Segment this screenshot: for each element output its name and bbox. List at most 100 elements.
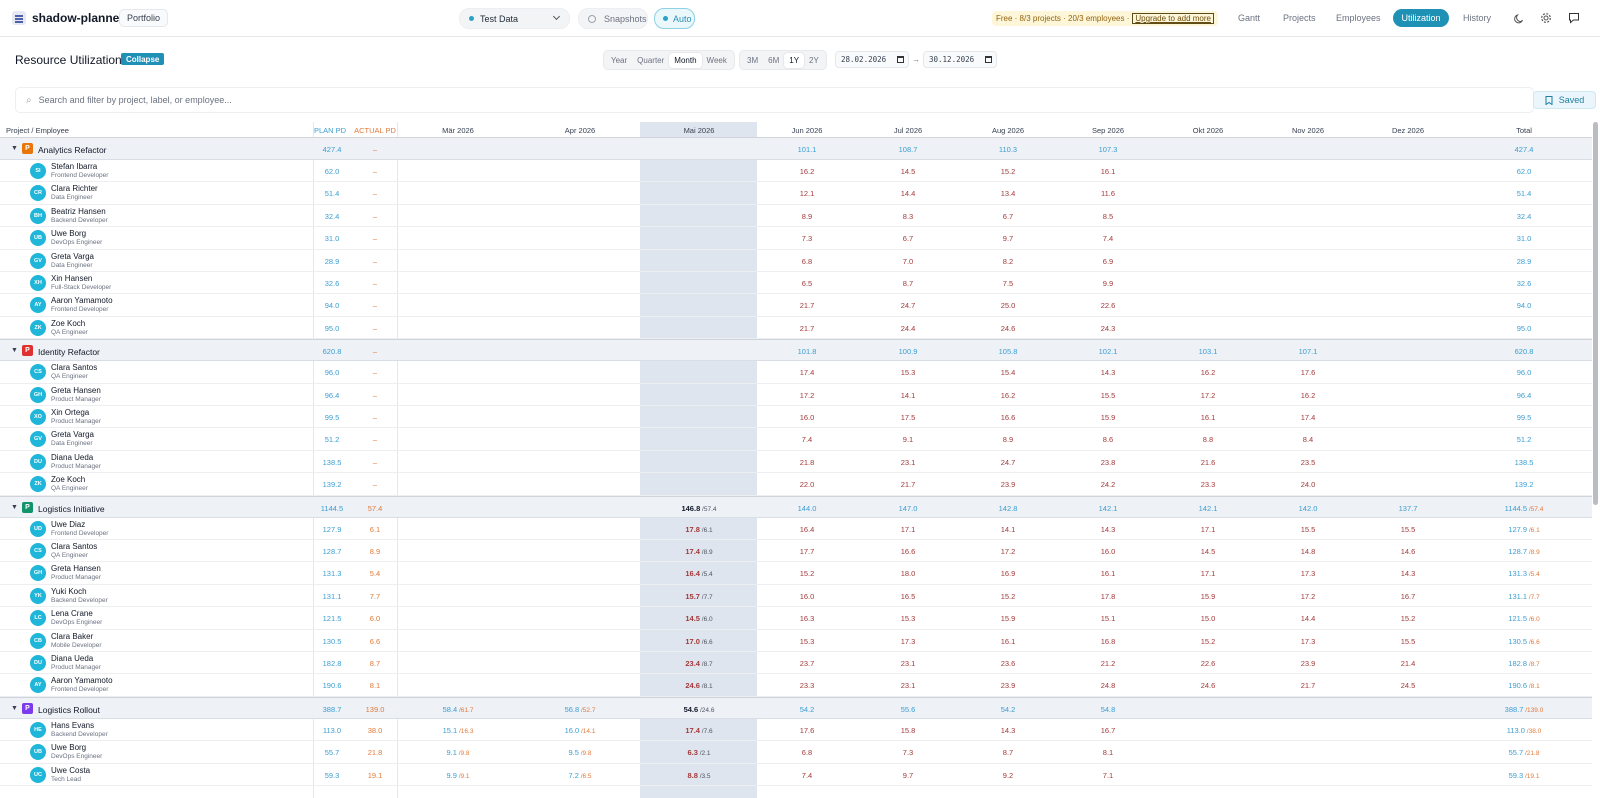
employee-row[interactable]: UB Uwe Borg DevOps Engineer 31.0 – 7.3 6.7 9.7 7… — [0, 227, 1592, 250]
month-cell: 54.2 — [799, 704, 815, 714]
vertical-scrollbar[interactable] — [1593, 122, 1598, 505]
month-cell: 16.2 — [799, 167, 815, 176]
top-bar: shadow-planner Portfolio Test Data Snaps… — [0, 0, 1600, 37]
employee-row[interactable]: AY Aaron Yamamoto Frontend Developer 190.6 8… — [0, 674, 1592, 697]
nav-gantt[interactable]: Gantt — [1238, 13, 1260, 23]
employee-row[interactable]: LC Lena Crane DevOps Engineer 121.5 6.0 14.5 … — [0, 607, 1592, 630]
auto-label: Auto — [673, 13, 692, 24]
month-cell: 142.1 — [1098, 503, 1118, 513]
employee-role: Backend Developer — [51, 596, 108, 604]
range-3m[interactable]: 3M — [742, 53, 763, 68]
caret-down-icon[interactable]: ▼ — [11, 504, 18, 511]
portfolio-button[interactable]: Portfolio — [119, 9, 169, 27]
table-header: Project / Employee PLAN PD ACTUAL PD Mär 20… — [0, 122, 1592, 138]
employee-name: Hans Evans — [51, 720, 95, 730]
employee-row[interactable]: DU Diana Ueda Product Manager 182.8 8.7 23.4 … — [0, 652, 1592, 675]
actual-pd: – — [372, 480, 378, 490]
upgrade-link[interactable]: Upgrade to add more — [1132, 13, 1214, 24]
avatar: SI — [30, 163, 46, 179]
employee-row[interactable]: GV Greta Varga Data Engineer 51.2 – 7.4 9.1 8.9… — [0, 428, 1592, 451]
employee-row[interactable]: UD Uwe Diaz Frontend Developer 127.9 6.1 17.8… — [0, 518, 1592, 540]
employee-row[interactable]: CS Clara Santos QA Engineer 128.7 8.9 17.4 /8… — [0, 540, 1592, 563]
month-cell: 17.2 — [1300, 591, 1316, 601]
month-cell: 24.0 — [1300, 480, 1316, 490]
employee-row[interactable]: BH Beatriz Hansen Backend Developer 32.4 – 8.… — [0, 205, 1592, 228]
month-cell: 6.5 — [801, 279, 813, 288]
employee-row[interactable]: HE Hans Evans Backend Developer 113.0 38.0 15… — [0, 719, 1592, 742]
employee-role: Backend Developer — [51, 216, 108, 224]
date-to-input[interactable]: 30.12.2026 — [923, 51, 997, 68]
avatar: BH — [30, 207, 46, 224]
employee-row[interactable]: GV Greta Varga Data Engineer 28.9 – 6.8 7.0 8.2… — [0, 250, 1592, 272]
search-placeholder: Search and filter by project, label, or … — [38, 95, 232, 105]
employee-row[interactable]: YK Yuki Koch Backend Developer 131.1 7.7 15.7… — [0, 585, 1592, 608]
month-cell: 54.8 — [1100, 704, 1116, 714]
caret-down-icon[interactable]: ▼ — [11, 705, 18, 712]
employee-role: QA Engineer — [51, 485, 88, 493]
month-cell: 23.9 — [1300, 659, 1316, 668]
month-cell: 23.9 — [1000, 480, 1016, 490]
snapshots-button[interactable]: Snapshots — [578, 8, 648, 29]
month-cell: 16.1 — [1000, 636, 1016, 646]
month-actual-value: /52.7 — [579, 706, 596, 714]
nav-projects[interactable]: Projects — [1283, 13, 1316, 23]
employee-role: Full-Stack Developer — [51, 284, 112, 291]
range-2y[interactable]: 2Y — [804, 53, 824, 68]
chat-icon[interactable] — [1568, 12, 1580, 24]
project-row[interactable]: ▼ P Analytics Refactor 427.4 – 101.1 108.7 110.… — [0, 138, 1592, 160]
nav-utilization[interactable]: Utilization — [1393, 9, 1449, 27]
employee-row[interactable]: UB Uwe Borg DevOps Engineer 55.7 21.8 9.1 /9.… — [0, 741, 1592, 764]
range-1y[interactable]: 1Y — [784, 52, 805, 68]
search-input[interactable]: ⌕ Search and filter by project, label, o… — [15, 87, 1534, 113]
month-cell: 16.6 — [1000, 413, 1016, 422]
project-row[interactable]: ▼ P Logistics Rollout 388.7 139.0 58.4 /61.7 5… — [0, 696, 1592, 719]
granularity-year[interactable]: Year — [606, 53, 632, 68]
employee-role: Frontend Developer — [51, 172, 109, 179]
month-cell: 15.2 — [1000, 167, 1016, 176]
clock-icon — [588, 14, 596, 23]
employee-row[interactable]: GH Greta Hansen Product Manager 131.3 5.4 16.… — [0, 562, 1592, 585]
granularity-month[interactable]: Month — [669, 52, 702, 68]
granularity-quarter[interactable]: Quarter — [632, 53, 669, 68]
project-row[interactable]: ▼ P Identity Refactor 620.8 – 101.8 100.9 105.8… — [0, 339, 1592, 362]
month-cell: 101.8 — [797, 347, 817, 357]
actual-pd: 57.4 — [367, 503, 383, 513]
employee-row[interactable]: AY Aaron Yamamoto Frontend Developer 94.0 – 2… — [0, 294, 1592, 317]
moon-icon[interactable] — [1513, 12, 1525, 24]
caret-down-icon[interactable]: ▼ — [11, 347, 18, 354]
gear-icon[interactable] — [1540, 12, 1552, 24]
nav-employees[interactable]: Employees — [1336, 13, 1381, 23]
month-cell: 23.6 — [1000, 659, 1016, 668]
dataset-select[interactable]: Test Data — [459, 8, 570, 29]
range-6m[interactable]: 6M — [763, 53, 784, 68]
granularity-week[interactable]: Week — [702, 53, 732, 68]
employee-row[interactable]: ZK Zoe Koch QA Engineer 95.0 – 21.7 24.4 24.6 24… — [0, 317, 1592, 340]
nav-history[interactable]: History — [1463, 13, 1491, 23]
employee-row[interactable]: CR Clara Richter Data Engineer 51.4 – 12.1 14.… — [0, 182, 1592, 205]
employee-name: Greta Hansen — [51, 564, 101, 574]
employee-row[interactable]: CB Clara Baker Mobile Developer 130.5 6.6 17.… — [0, 630, 1592, 652]
employee-row[interactable]: UC Uwe Costa Tech Lead 59.3 19.1 9.9 /9.1 7.2 … — [0, 764, 1592, 786]
month-cell: 58.4 /61.7 — [413, 705, 503, 714]
collapse-button[interactable]: Collapse — [121, 53, 165, 65]
month-cell: 8.1 — [1102, 748, 1114, 758]
avatar: ZK — [30, 476, 46, 493]
month-cell: 16.2 — [1300, 390, 1316, 400]
month-plan-value: 56.8 — [564, 704, 580, 714]
actual-pd: – — [372, 234, 378, 244]
employee-row[interactable]: CS Clara Santos QA Engineer 96.0 – 17.4 15.3 15… — [0, 361, 1592, 384]
employee-row[interactable]: ZK Zoe Koch QA Engineer 139.2 – 22.0 21.7 23.9 2… — [0, 473, 1592, 496]
month-cell: 7.1 — [1102, 770, 1114, 780]
date-from-input[interactable]: 28.02.2026 — [835, 51, 909, 68]
employee-row[interactable]: XH Xin Hansen Full-Stack Developer 32.6 – 6.5… — [0, 272, 1592, 295]
avatar: AY — [30, 297, 46, 314]
caret-down-icon[interactable]: ▼ — [11, 145, 18, 152]
auto-toggle[interactable]: Auto — [654, 8, 695, 29]
employee-row[interactable]: SI Stefan Ibarra Frontend Developer 62.0 – 16… — [0, 160, 1592, 183]
employee-row[interactable]: XO Xin Ortega Product Manager 99.5 – 16.0 17.5… — [0, 406, 1592, 429]
saved-filters-button[interactable]: Saved — [1533, 91, 1596, 109]
month-cell: 16.0 /14.1 — [535, 726, 625, 735]
project-row[interactable]: ▼ P Logistics Initiative 1144.5 57.4 146.8 /5… — [0, 495, 1592, 518]
employee-row[interactable]: DU Diana Ueda Product Manager 138.5 – 21.8 23.… — [0, 451, 1592, 474]
employee-row[interactable]: GH Greta Hansen Product Manager 96.4 – 17.2 14… — [0, 384, 1592, 406]
